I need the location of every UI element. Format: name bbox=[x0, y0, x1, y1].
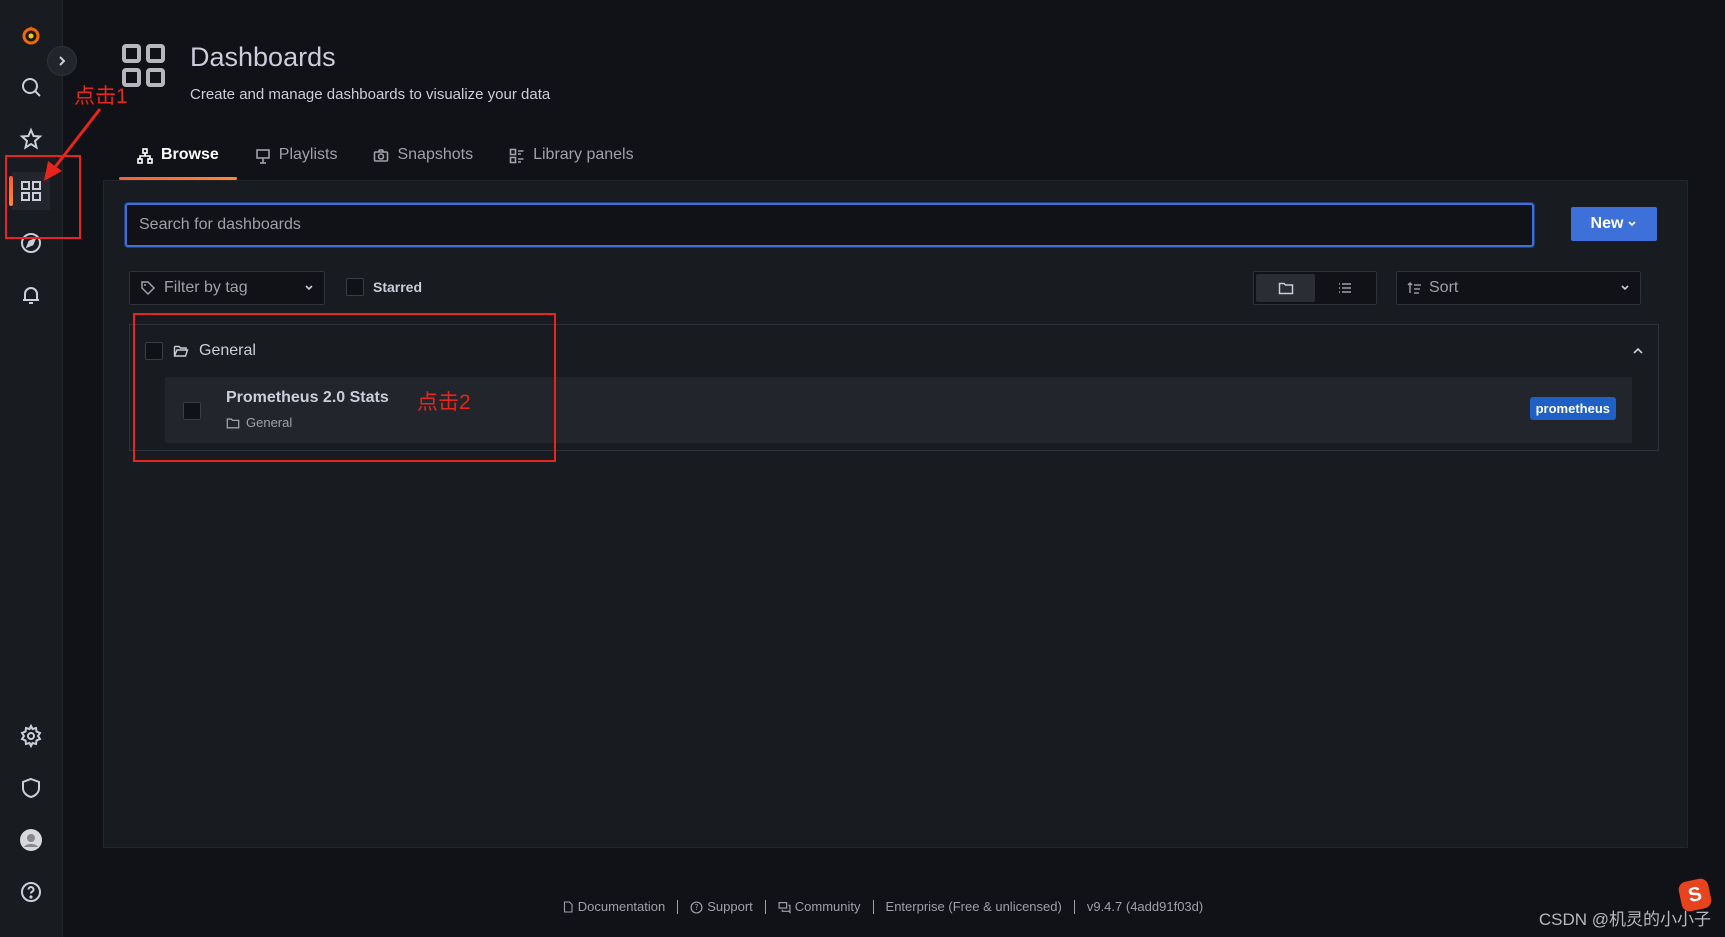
camera-icon bbox=[374, 149, 389, 162]
sort-icon bbox=[1407, 282, 1421, 294]
footer-documentation-link[interactable]: Documentation bbox=[550, 899, 679, 914]
chevron-down-icon bbox=[1628, 221, 1637, 227]
footer-version[interactable]: v9.4.7 (4add91f03d) bbox=[1075, 900, 1215, 914]
chevron-down-icon bbox=[305, 285, 313, 291]
tab-library-panels[interactable]: Library panels bbox=[491, 146, 652, 180]
presentation-icon bbox=[255, 149, 270, 164]
view-toggle bbox=[1253, 271, 1377, 305]
document-icon bbox=[563, 901, 573, 913]
avatar[interactable] bbox=[12, 821, 50, 859]
folder-view-button[interactable] bbox=[1256, 274, 1315, 302]
comments-icon bbox=[778, 901, 791, 914]
footer-support-link[interactable]: ? Support bbox=[678, 900, 766, 914]
gear-icon[interactable] bbox=[12, 717, 50, 755]
filter-by-tag-placeholder: Filter by tag bbox=[164, 279, 248, 296]
chevron-down-icon bbox=[1621, 285, 1629, 291]
tab-browse[interactable]: Browse bbox=[119, 146, 237, 180]
tab-label: Library panels bbox=[533, 146, 634, 163]
library-panel-icon bbox=[509, 148, 524, 164]
list-view-button[interactable] bbox=[1315, 274, 1374, 302]
footer-edition[interactable]: Enterprise (Free & unlicensed) bbox=[874, 900, 1075, 914]
footer-documentation-label: Documentation bbox=[577, 899, 666, 914]
tab-playlists[interactable]: Playlists bbox=[237, 146, 356, 180]
question-circle-icon: ? bbox=[690, 900, 703, 914]
search-input[interactable] bbox=[127, 205, 1532, 245]
annotation-arrow-icon bbox=[44, 108, 102, 181]
svg-text:?: ? bbox=[695, 903, 699, 912]
tag-icon bbox=[141, 281, 156, 296]
new-button[interactable]: New bbox=[1571, 207, 1657, 241]
footer-version-label: v9.4.7 (4add91f03d) bbox=[1086, 899, 1204, 914]
list-icon bbox=[1338, 283, 1351, 293]
search-icon[interactable] bbox=[12, 68, 50, 106]
starred-checkbox[interactable] bbox=[346, 278, 364, 296]
tab-bar: Browse Playlists Snapshots Library panel… bbox=[119, 146, 652, 180]
sort-select[interactable]: Sort bbox=[1396, 271, 1641, 305]
grafana-logo-icon[interactable] bbox=[12, 16, 50, 54]
annotation-box-step2 bbox=[133, 313, 556, 462]
tab-label: Snapshots bbox=[397, 146, 474, 163]
sort-placeholder: Sort bbox=[1429, 279, 1459, 296]
folder-icon bbox=[1278, 282, 1293, 295]
bell-icon[interactable] bbox=[12, 276, 50, 314]
starred-label: Starred bbox=[373, 279, 423, 295]
shield-icon[interactable] bbox=[12, 769, 50, 807]
footer: Documentation ? Support Community Enterp… bbox=[0, 900, 1725, 914]
sitemap-icon bbox=[137, 148, 153, 164]
tab-label: Browse bbox=[161, 146, 219, 163]
chevron-right-icon bbox=[59, 56, 66, 66]
page-title: Dashboards bbox=[190, 42, 336, 72]
watermark: CSDN @机灵的小小子 bbox=[1538, 910, 1711, 929]
annotation-step2: 点击2 bbox=[417, 391, 471, 414]
tab-label: Playlists bbox=[278, 146, 338, 163]
tab-snapshots[interactable]: Snapshots bbox=[355, 146, 491, 180]
expand-menu-button[interactable] bbox=[47, 46, 77, 76]
chevron-up-icon[interactable] bbox=[1632, 345, 1644, 357]
dashboards-header-icon bbox=[122, 44, 165, 87]
footer-support-label: Support bbox=[707, 899, 753, 914]
footer-edition-label: Enterprise (Free & unlicensed) bbox=[885, 899, 1062, 914]
search-box bbox=[125, 203, 1534, 247]
starred-filter: Starred bbox=[346, 278, 422, 296]
page-subtitle: Create and manage dashboards to visualiz… bbox=[190, 86, 551, 103]
new-button-label: New bbox=[1590, 215, 1624, 232]
footer-community-link[interactable]: Community bbox=[766, 900, 874, 914]
footer-community-label: Community bbox=[794, 899, 861, 914]
filter-by-tag-select[interactable]: Filter by tag bbox=[129, 271, 325, 305]
tag-badge-prometheus[interactable]: prometheus bbox=[1529, 397, 1616, 420]
